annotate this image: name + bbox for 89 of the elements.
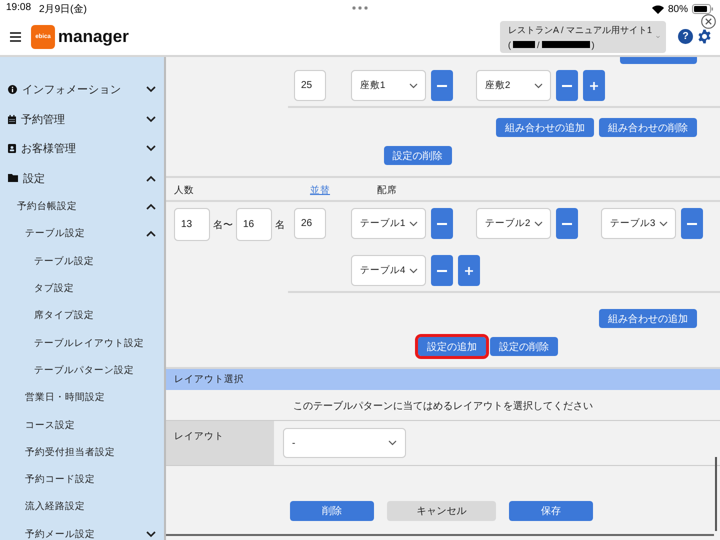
action-button[interactable]: 削除	[290, 501, 374, 521]
add-seat-button[interactable]	[458, 255, 480, 286]
battery-percent: 80%	[668, 4, 688, 14]
sidebar-item[interactable]: インフォメーション	[22, 82, 121, 98]
account-text: /	[537, 40, 540, 50]
max-party-field[interactable]: 16	[236, 208, 272, 241]
order-field[interactable]: 26	[294, 208, 326, 239]
field-label: レイアウト	[166, 421, 274, 465]
folder-icon	[8, 174, 18, 182]
sidebar-item[interactable]: 予約受付担当者設定	[25, 446, 115, 459]
sidebar-item[interactable]: テーブルパターン設定	[34, 364, 134, 377]
column-header: 配席	[377, 184, 397, 197]
app-name: manager	[58, 26, 129, 46]
sidebar-item[interactable]: お客様管理	[21, 141, 76, 156]
remove-seat-button[interactable]	[431, 70, 453, 101]
chevron-down-icon	[409, 220, 418, 226]
minus-icon	[437, 270, 447, 272]
layout-dropdown[interactable]: -	[283, 428, 406, 458]
combination-button[interactable]: 組み合わせの追加	[496, 118, 594, 137]
sidebar-item[interactable]: 予約メール設定	[25, 528, 95, 540]
minus-icon	[687, 222, 697, 224]
account-text: (	[508, 40, 511, 50]
calendar-icon	[8, 114, 16, 124]
seat-dropdown[interactable]: 座敷1	[351, 70, 426, 101]
status-time: 19:08	[6, 2, 32, 15]
remove-seat-button[interactable]	[431, 208, 453, 239]
minus-icon	[437, 84, 447, 86]
action-button[interactable]: 保存	[509, 501, 593, 521]
add-seat-button[interactable]	[583, 70, 605, 101]
chevron-down-icon	[534, 220, 543, 226]
setting-button[interactable]: 設定の削除	[384, 146, 452, 165]
battery-icon	[692, 4, 714, 14]
sidebar-item[interactable]: タブ設定	[34, 282, 74, 296]
plus-icon	[465, 266, 473, 274]
sidebar-item[interactable]: 設定	[23, 170, 45, 186]
sidebar-item[interactable]: 営業日・時間設定	[25, 391, 105, 404]
unit-label: 名	[275, 218, 285, 232]
status-date: 2月9日(金)	[39, 3, 87, 16]
sidebar-item[interactable]: 予約管理	[21, 112, 65, 127]
info-icon	[8, 85, 17, 94]
close-icon[interactable]	[701, 14, 716, 29]
minus-icon	[437, 222, 447, 224]
combination-button[interactable]: 組み合わせの削除	[599, 118, 697, 137]
seat-dropdown[interactable]: テーブル2	[476, 208, 551, 239]
remove-seat-button[interactable]	[431, 255, 453, 286]
seat-dropdown[interactable]: 座敷2	[476, 70, 551, 101]
sidebar-item[interactable]: テーブル設定	[25, 227, 85, 240]
menu-icon[interactable]	[10, 32, 21, 42]
sidebar-item[interactable]: 予約台帳設定	[17, 200, 77, 214]
wifi-icon	[652, 4, 664, 14]
chevron-down-icon	[659, 220, 668, 226]
sidebar-item[interactable]: 予約コード設定	[25, 473, 95, 486]
sidebar-item[interactable]: 席タイプ設定	[34, 309, 94, 322]
plus-icon	[590, 82, 598, 90]
sidebar-item[interactable]: コース設定	[25, 418, 75, 432]
sidebar-item[interactable]: 流入経路設定	[25, 500, 85, 514]
seat-dropdown[interactable]: テーブル3	[601, 208, 676, 239]
remove-seat-button[interactable]	[681, 208, 703, 239]
order-field[interactable]: 25	[294, 70, 326, 101]
column-header: 人数	[174, 184, 194, 197]
help-button[interactable]: ?	[678, 29, 693, 44]
chevron-down-icon	[388, 440, 397, 446]
redacted-block	[542, 41, 590, 48]
cancel-button[interactable]: キャンセル	[387, 501, 496, 521]
sort-link[interactable]: 並替	[310, 184, 330, 197]
chevron-down-icon	[534, 82, 543, 88]
range-label: 名〜	[213, 218, 233, 232]
remove-seat-button[interactable]	[556, 70, 578, 101]
combination-button[interactable]: 組み合わせの追加	[599, 309, 697, 328]
account-text: )	[592, 40, 595, 50]
seat-dropdown[interactable]: テーブル1	[351, 208, 426, 239]
settings-icon[interactable]	[697, 29, 712, 44]
contact-card-icon	[8, 144, 16, 154]
more-dots-icon	[352, 6, 368, 10]
setting-button[interactable]: 設定の追加	[418, 337, 486, 356]
redacted-block	[513, 41, 535, 48]
min-party-field[interactable]: 13	[174, 208, 210, 241]
sidebar-item[interactable]: テーブル設定	[34, 254, 94, 268]
setting-button[interactable]: 設定の削除	[490, 337, 558, 356]
seat-dropdown[interactable]: テーブル4	[351, 255, 426, 286]
minus-icon	[562, 222, 572, 224]
store-selector[interactable]: レストランA / マニュアル用サイト1 ( / )	[500, 20, 666, 52]
minus-icon	[562, 84, 572, 86]
remove-seat-button[interactable]	[556, 208, 578, 239]
chevron-down-icon	[409, 82, 418, 88]
section-title-bar: レイアウト選択	[166, 369, 720, 390]
chevron-down-icon	[409, 268, 418, 274]
sidebar-item[interactable]: テーブルレイアウト設定	[34, 336, 144, 350]
store-name: レストランA / マニュアル用サイト1	[508, 24, 652, 36]
